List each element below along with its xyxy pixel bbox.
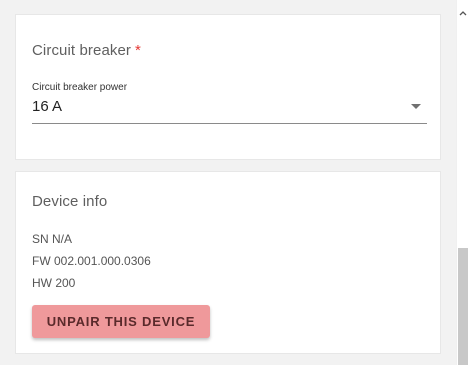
circuit-breaker-power-value: 16 A <box>32 98 63 115</box>
scrollbar-thumb[interactable] <box>458 248 468 365</box>
unpair-device-button[interactable]: UNPAIR THIS DEVICE <box>32 305 210 338</box>
circuit-breaker-title-text: Circuit breaker <box>32 42 132 59</box>
hardware-version: HW 200 <box>32 276 76 290</box>
vertical-scrollbar[interactable] <box>456 0 468 365</box>
settings-panel: Circuit breaker * Circuit breaker power 1… <box>0 0 456 365</box>
circuit-breaker-power-select[interactable]: Circuit breaker power 16 A <box>32 81 427 124</box>
chevron-down-icon[interactable] <box>411 104 421 109</box>
device-info-card: Device info SN N/A FW 002.001.000.0306 H… <box>15 171 441 354</box>
circuit-breaker-card: Circuit breaker * Circuit breaker power 1… <box>15 14 441 160</box>
device-info-title: Device info <box>32 193 108 210</box>
circuit-breaker-power-label: Circuit breaker power <box>32 82 128 93</box>
serial-number: SN N/A <box>32 232 73 246</box>
required-marker: * <box>135 42 141 59</box>
firmware-version: FW 002.001.000.0306 <box>32 254 151 268</box>
chevron-up-icon[interactable] <box>459 10 467 16</box>
circuit-breaker-title: Circuit breaker * <box>32 42 141 59</box>
